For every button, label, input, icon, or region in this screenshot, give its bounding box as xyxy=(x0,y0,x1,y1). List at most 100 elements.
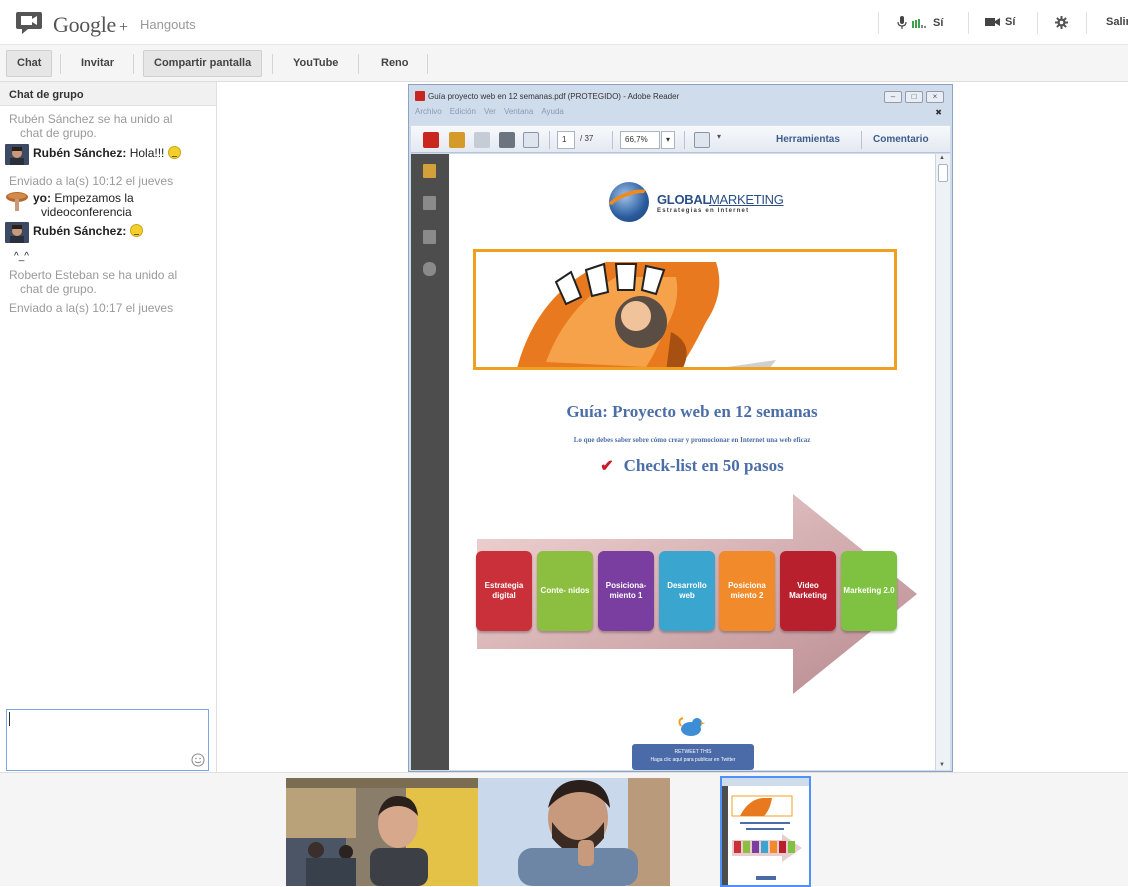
system-message: Rubén Sánchez se ha unido al chat de gru… xyxy=(9,112,173,140)
reader-toolbar: 1 / 37 66,7% ▾ ▾ Herramientas Comentario xyxy=(411,125,950,153)
www-hand-illustration xyxy=(517,262,776,367)
fit-page-icon[interactable] xyxy=(694,132,710,148)
divider xyxy=(272,54,273,74)
pdf-icon xyxy=(415,91,425,101)
maximize-button[interactable]: □ xyxy=(905,91,923,103)
tab-invite[interactable]: Invitar xyxy=(70,50,125,77)
window-controls: – □ × xyxy=(884,91,944,103)
chat-message: ^_^ xyxy=(14,251,29,262)
chat-message: Rubén Sánchez: xyxy=(33,224,213,238)
screenshare-preview xyxy=(722,778,809,885)
divider xyxy=(358,54,359,74)
sent-timestamp: Enviado a la(s) 10:17 el jueves xyxy=(9,301,174,315)
camera-icon xyxy=(985,18,1000,26)
open-icon[interactable] xyxy=(449,132,465,148)
tools-button[interactable]: Herramientas xyxy=(776,134,840,145)
step-card: Marketing 2.0 xyxy=(841,551,897,631)
save-icon[interactable] xyxy=(474,132,490,148)
screenshare-thumbnail[interactable] xyxy=(720,776,811,887)
shared-screen-window[interactable]: Guía proyecto web en 12 semanas.pdf (PRO… xyxy=(408,84,953,772)
avatar xyxy=(5,144,29,165)
menu-window[interactable]: Ventana xyxy=(504,107,533,116)
divider xyxy=(1037,12,1038,34)
scroll-up-icon[interactable]: ▲ xyxy=(939,155,945,161)
tab-reno[interactable]: Reno xyxy=(370,50,420,77)
pages-icon[interactable] xyxy=(423,196,436,210)
menu-help[interactable]: Ayuda xyxy=(541,107,564,116)
menu-file[interactable]: Archivo xyxy=(415,107,442,116)
divider xyxy=(612,131,613,149)
vertical-scrollbar[interactable]: ▲ ▼ xyxy=(935,154,950,770)
scroll-down-icon[interactable]: ▼ xyxy=(939,762,945,768)
scroll-thumb[interactable] xyxy=(938,164,948,182)
minimize-button[interactable]: – xyxy=(884,91,902,103)
step-card: Posiciona- miento 1 xyxy=(598,551,654,631)
divider xyxy=(968,12,969,34)
text-cursor xyxy=(9,712,10,726)
step-card: Video Marketing xyxy=(780,551,836,631)
attachment-icon[interactable] xyxy=(423,262,436,276)
menu-view[interactable]: Ver xyxy=(484,107,496,116)
navigation-pane xyxy=(411,154,449,770)
divider xyxy=(861,131,862,149)
retweet-button[interactable]: RETWEET THIS Haga clic aquí para publica… xyxy=(632,744,754,770)
checkmark-icon: ✔ xyxy=(600,458,614,475)
mic-status: Sí xyxy=(933,16,944,29)
menu-edit[interactable]: Edición xyxy=(450,107,476,116)
microphone-icon xyxy=(897,16,907,29)
sent-timestamp: Enviado a la(s) 10:12 el jueves xyxy=(9,174,174,188)
exit-button[interactable]: Salir xyxy=(1106,16,1128,28)
chat-message: Rubén Sánchez: Hola!!! xyxy=(33,146,213,160)
close-button[interactable]: × xyxy=(926,91,944,103)
create-pdf-icon[interactable] xyxy=(423,132,439,148)
lock-icon[interactable] xyxy=(423,164,436,178)
hangout-toolbar: Chat Invitar Compartir pantalla YouTube … xyxy=(0,45,1128,82)
participant-video-feed xyxy=(286,778,478,886)
mail-icon[interactable] xyxy=(523,132,539,148)
document-subtitle: Lo que debes saber sobre cómo crear y pr… xyxy=(573,436,811,444)
cover-illustration xyxy=(473,249,897,370)
zoom-dropdown-chevron-icon[interactable]: ▾ xyxy=(661,131,675,149)
divider xyxy=(60,54,61,74)
bookmark-icon[interactable] xyxy=(423,230,436,244)
divider xyxy=(549,131,550,149)
print-icon[interactable] xyxy=(499,132,515,148)
chat-message: yo: Empezamos la videoconferencia xyxy=(33,191,134,219)
gear-icon[interactable] xyxy=(1055,16,1068,29)
camera-toggle[interactable]: Sí xyxy=(985,16,1015,28)
divider xyxy=(1086,12,1087,34)
step-card: Posiciona miento 2 xyxy=(719,551,775,631)
divider xyxy=(133,54,134,74)
participant-video[interactable] xyxy=(286,778,478,886)
tab-chat[interactable]: Chat xyxy=(6,50,53,77)
divider xyxy=(684,131,685,149)
chat-header: Chat de grupo xyxy=(0,82,216,106)
brand-name[interactable]: Google + xyxy=(53,12,128,38)
chat-input[interactable] xyxy=(6,709,209,771)
hangouts-logo-icon xyxy=(16,12,42,34)
camera-status: Sí xyxy=(1005,16,1016,28)
top-bar: Google + Hangouts Sí Sí Salir xyxy=(0,0,1128,45)
group-chat-panel: Chat de grupo Rubén Sánchez se ha unido … xyxy=(0,82,217,772)
page-total: / 37 xyxy=(580,134,594,143)
mic-toggle[interactable]: Sí xyxy=(897,16,943,29)
globalmarketing-logo: GLOBAL MARKETING Estrategias en Internet xyxy=(603,182,809,226)
step-card: Estrategia digital xyxy=(476,551,532,631)
tab-youtube[interactable]: YouTube xyxy=(282,50,349,77)
more-tools-chevron-icon[interactable]: ▾ xyxy=(717,132,721,141)
smiley-icon xyxy=(191,753,205,767)
comment-button[interactable]: Comentario xyxy=(873,134,929,145)
zoom-select[interactable]: 66,7% xyxy=(620,131,660,149)
smiley-icon xyxy=(167,146,181,159)
divider xyxy=(878,12,879,34)
avatar xyxy=(5,222,29,243)
window-title: Guía proyecto web en 12 semanas.pdf (PRO… xyxy=(415,91,679,101)
tab-screenshare[interactable]: Compartir pantalla xyxy=(143,50,263,77)
document-title: Guía: Proyecto web en 12 semanas xyxy=(566,402,818,421)
close-document-icon[interactable]: ✖ xyxy=(935,108,942,117)
participant-video-feed xyxy=(478,778,670,886)
pdf-page: GLOBAL MARKETING Estrategias en Internet xyxy=(449,154,935,770)
emoji-picker-button[interactable] xyxy=(191,753,205,772)
participant-video[interactable] xyxy=(478,778,670,886)
page-number-input[interactable]: 1 xyxy=(557,131,575,149)
